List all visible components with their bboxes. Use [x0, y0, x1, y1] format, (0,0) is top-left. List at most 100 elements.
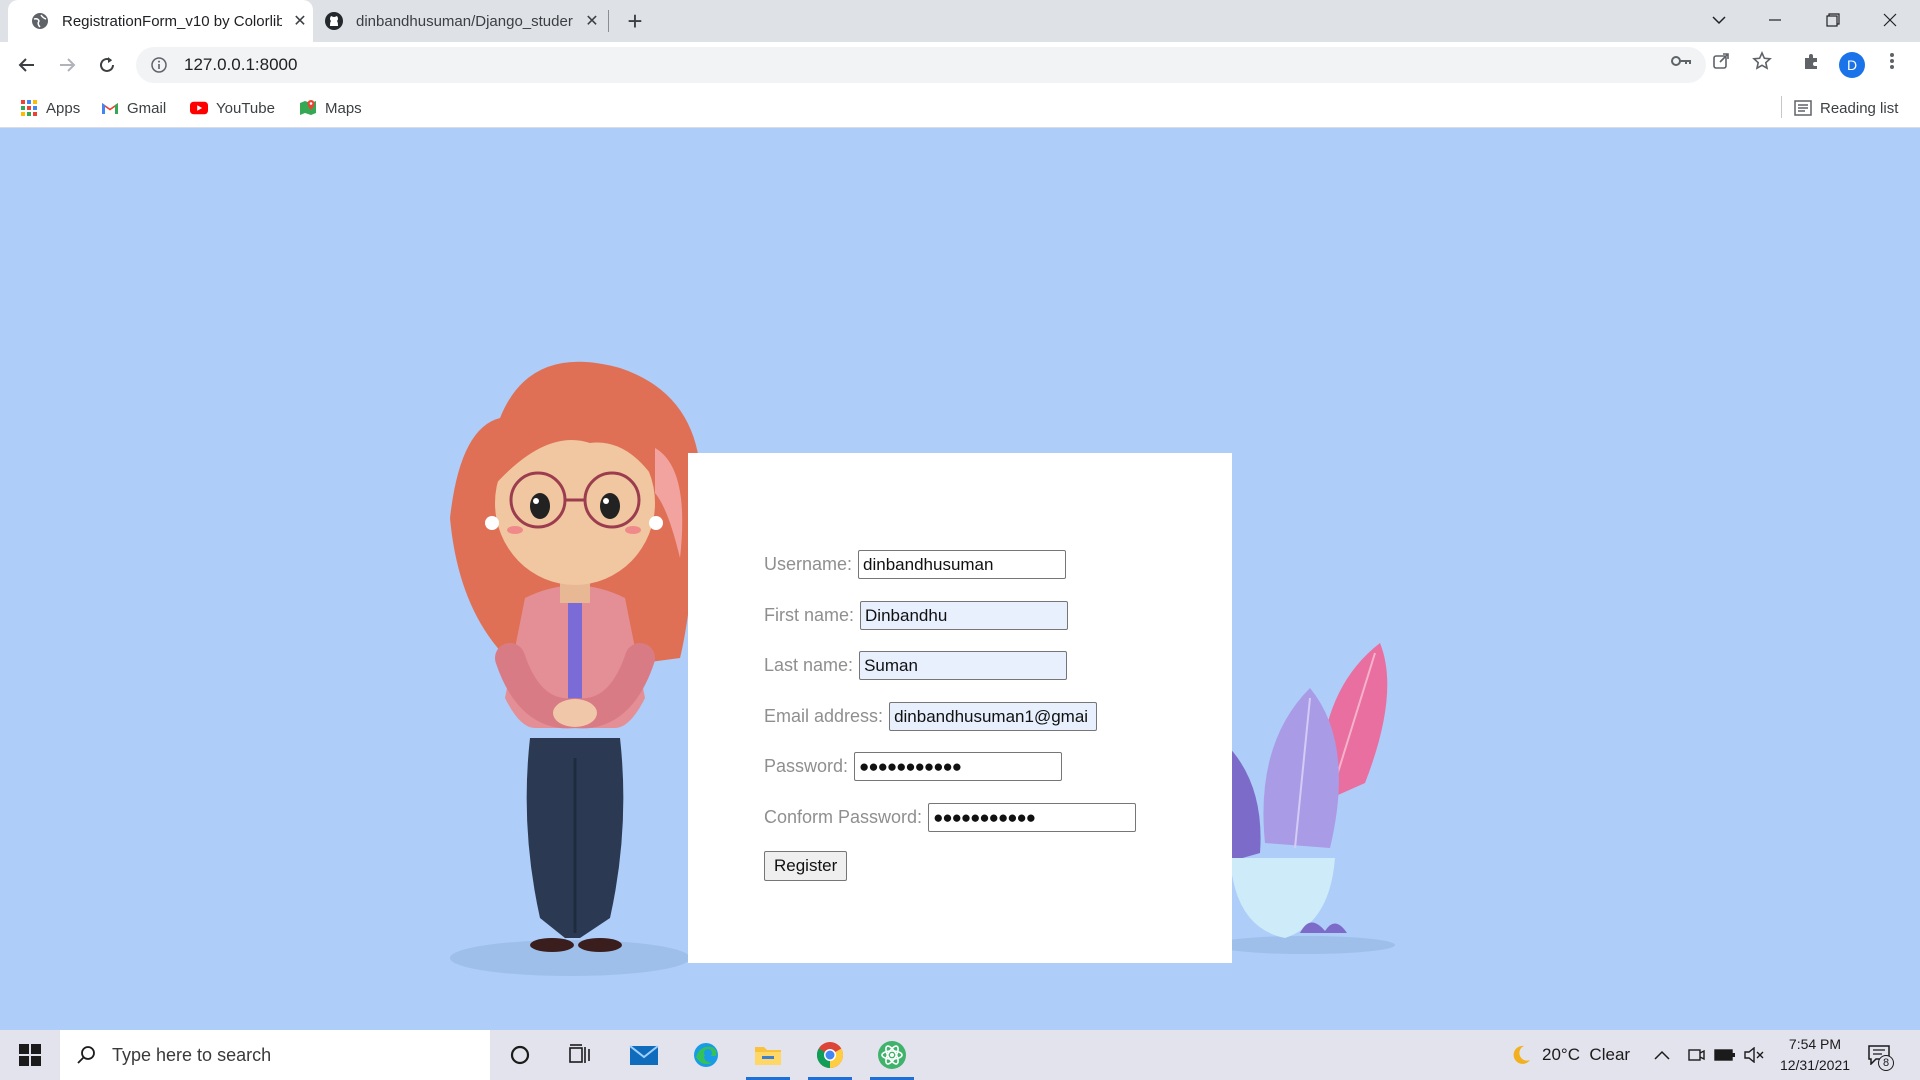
first-name-row: First name:: [764, 601, 1069, 630]
close-tab-icon[interactable]: ✕: [290, 11, 310, 31]
globe-icon: [30, 11, 50, 31]
reading-list-button[interactable]: Reading list: [1794, 96, 1898, 120]
bookmark-maps[interactable]: Maps: [299, 96, 362, 120]
clock[interactable]: 7:54 PM 12/31/2021: [1770, 1034, 1860, 1076]
moon-icon: [1510, 1044, 1532, 1066]
confirm-password-row: Conform Password:: [764, 803, 1137, 832]
last-name-row: Last name:: [764, 651, 1068, 680]
bookmark-label: Apps: [46, 99, 81, 117]
username-label: Username:: [764, 554, 853, 574]
last-name-label: Last name:: [764, 655, 854, 675]
close-window-button[interactable]: [1862, 0, 1918, 40]
bookmark-label: Maps: [325, 99, 362, 117]
apps-grid-icon: [20, 99, 38, 117]
plant-illustration: [1225, 643, 1395, 954]
windows-taskbar: Type here to search 20°C Clear 7:54 PM 1…: [0, 1030, 1920, 1080]
bookmark-youtube[interactable]: YouTube: [190, 96, 275, 120]
tab-title: RegistrationForm_v10 by Colorlib: [62, 12, 282, 30]
tab-strip: RegistrationForm_v10 by Colorlib ✕ dinba…: [0, 0, 1920, 42]
youtube-icon: [190, 99, 208, 117]
battery-icon[interactable]: [1714, 1030, 1736, 1080]
atom-icon: [878, 1041, 906, 1069]
tab-title: dinbandhusuman/Django_studer: [356, 12, 573, 30]
email-row: Email address:: [764, 702, 1098, 731]
search-icon: [74, 1043, 98, 1067]
clock-date: 12/31/2021: [1779, 1057, 1851, 1073]
search-placeholder: Type here to search: [112, 1044, 272, 1065]
mail-icon: [629, 1045, 659, 1065]
task-view-button[interactable]: [552, 1030, 608, 1080]
edge-app[interactable]: [678, 1030, 734, 1080]
file-explorer-app[interactable]: [740, 1030, 796, 1080]
maps-icon: [299, 99, 317, 117]
notification-count-badge: 8: [1878, 1055, 1894, 1071]
cortana-circle-icon: [510, 1045, 530, 1065]
confirm-password-label: Conform Password:: [764, 807, 923, 827]
bookmark-apps[interactable]: Apps: [20, 96, 80, 120]
notification-icon: 8: [1868, 1045, 1894, 1071]
register-button[interactable]: Register: [764, 851, 848, 881]
browser-toolbar: 127.0.0.1:8000 D: [0, 42, 1920, 88]
bookmarks-bar: Apps Gmail YouTube Maps Reading list: [0, 88, 1920, 128]
github-icon: [324, 11, 344, 31]
username-input[interactable]: [858, 550, 1067, 579]
reading-list-label: Reading list: [1820, 99, 1899, 117]
site-info-icon[interactable]: [148, 54, 170, 76]
username-row: Username:: [764, 550, 1067, 579]
windows-logo-icon: [19, 1044, 41, 1066]
confirm-password-input[interactable]: [928, 803, 1137, 832]
bookmark-gmail[interactable]: Gmail: [101, 96, 166, 120]
mail-app[interactable]: [616, 1030, 672, 1080]
meet-now-icon[interactable]: [1687, 1030, 1705, 1080]
password-input[interactable]: [854, 752, 1063, 781]
volume-muted-icon[interactable]: [1744, 1030, 1764, 1080]
page-content: Username: First name: Last name: Email a…: [0, 128, 1920, 1030]
weather-text: 20°C Clear: [1542, 1045, 1631, 1064]
bookmark-label: YouTube: [216, 99, 275, 117]
share-icon[interactable]: [1710, 50, 1732, 72]
chrome-icon: [816, 1042, 844, 1069]
profile-avatar[interactable]: D: [1839, 52, 1865, 78]
girl-illustration: [450, 361, 701, 976]
url-text: 127.0.0.1:8000: [184, 55, 298, 74]
clock-time: 7:54 PM: [1788, 1036, 1842, 1052]
new-tab-button[interactable]: +: [620, 6, 650, 36]
close-tab-icon[interactable]: ✕: [582, 11, 602, 31]
forward-button[interactable]: [52, 50, 82, 80]
gmail-icon: [101, 99, 119, 117]
address-bar[interactable]: 127.0.0.1:8000: [136, 47, 1706, 83]
minimize-button[interactable]: [1747, 0, 1803, 40]
extensions-puzzle-icon[interactable]: [1801, 50, 1823, 72]
cortana-button[interactable]: [492, 1030, 548, 1080]
menu-kebab-icon[interactable]: [1881, 50, 1903, 72]
email-input[interactable]: [889, 702, 1098, 731]
notification-center-button[interactable]: 8: [1868, 1030, 1894, 1080]
chrome-app[interactable]: [802, 1030, 858, 1080]
atom-app[interactable]: [864, 1030, 920, 1080]
password-label: Password:: [764, 756, 849, 776]
bookmarks-separator: [1781, 96, 1782, 118]
restore-button[interactable]: [1805, 0, 1861, 40]
bookmark-star-icon[interactable]: [1751, 50, 1773, 72]
reload-button[interactable]: [92, 50, 122, 80]
registration-card: Username: First name: Last name: Email a…: [688, 453, 1232, 963]
first-name-label: First name:: [764, 605, 855, 625]
weather-widget[interactable]: 20°C Clear: [1510, 1030, 1630, 1080]
tab-registration-form[interactable]: RegistrationForm_v10 by Colorlib ✕: [8, 0, 313, 42]
show-hidden-icons-chevron-icon[interactable]: [1654, 1030, 1670, 1080]
back-button[interactable]: [12, 50, 42, 80]
tab-github[interactable]: dinbandhusuman/Django_studer ✕: [314, 0, 609, 42]
edge-icon: [694, 1043, 718, 1067]
bookmark-label: Gmail: [127, 99, 167, 117]
key-icon[interactable]: [1670, 50, 1692, 72]
password-row: Password:: [764, 752, 1063, 781]
email-label: Email address:: [764, 706, 884, 726]
taskbar-search-box[interactable]: Type here to search: [60, 1030, 490, 1080]
task-view-icon: [569, 1044, 590, 1063]
last-name-input[interactable]: [859, 651, 1068, 680]
start-button[interactable]: [0, 1030, 60, 1080]
folder-icon: [755, 1047, 781, 1065]
tab-separator: [608, 10, 609, 32]
tab-search-chevron-icon[interactable]: [1691, 0, 1747, 40]
first-name-input[interactable]: [860, 601, 1069, 630]
